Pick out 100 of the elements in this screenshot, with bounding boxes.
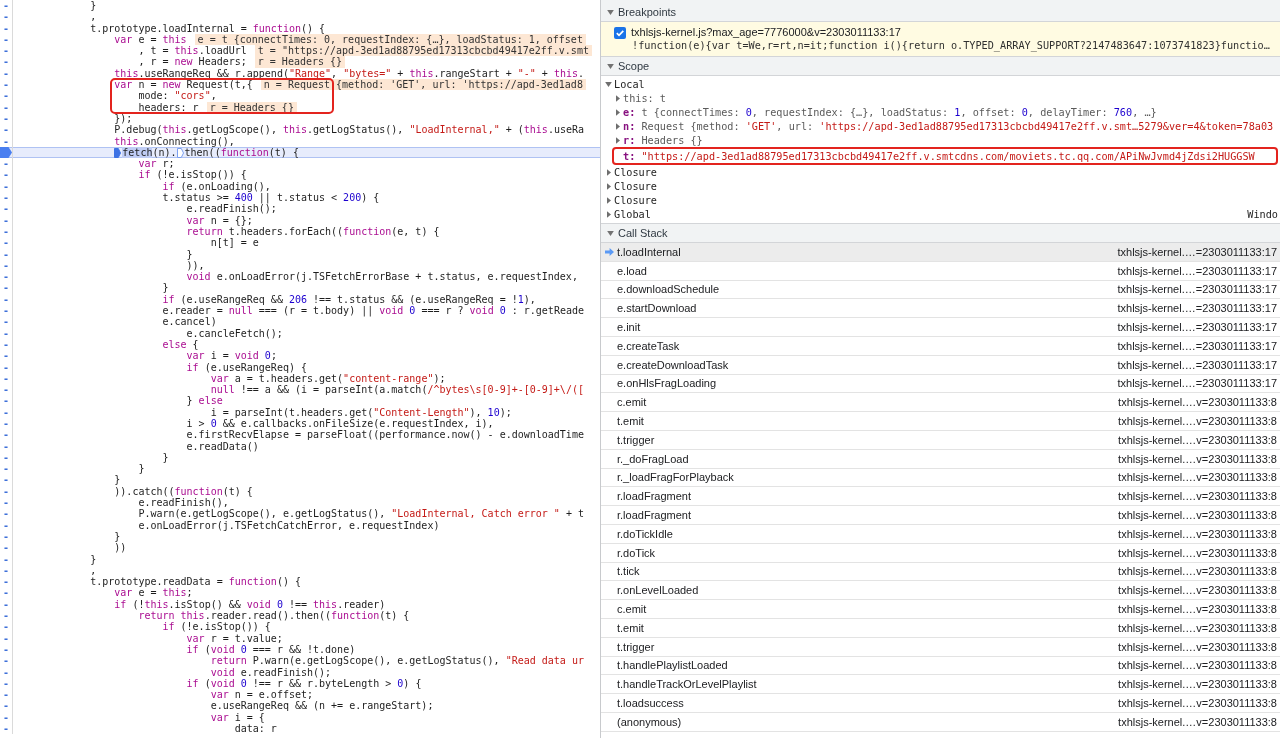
caret-right-icon[interactable] [615,136,620,144]
code-text: t.status >= 400 || t.status < 200) { [162,192,380,204]
caret-down-icon[interactable] [607,9,614,15]
source-location: txhlsjs-kernel.…v=2303011133:8 [1118,678,1277,691]
code-text: e.onLoadError(j.TSFetchCatchError, e.requestIndex) [138,519,440,531]
source-location: txhlsjs-kernel.…=2303011133:17 [1117,377,1277,390]
line-number: - [3,259,9,272]
caret-right-icon[interactable] [606,196,611,204]
line-number: - [3,225,9,238]
caret-right-icon[interactable] [615,122,620,130]
section-header[interactable]: Breakpoints [601,3,1280,22]
code-text: } [162,282,169,294]
source-location: txhlsjs-kernel.…v=2303011133:8 [1118,640,1277,653]
code-text: if (e.useRangeReq) { [186,361,307,373]
scope-variable: r: Headers {} [623,134,703,146]
line-number: - [3,677,9,690]
line-number: - [3,689,9,701]
code-text: )) [114,542,127,554]
breakpoint-marker-icon[interactable] [0,147,12,158]
source-location: txhlsjs-kernel.…v=2303011133:8 [1118,396,1277,409]
line-number: - [3,542,9,554]
source-location: txhlsjs-kernel.…=2303011133:17 [1117,302,1277,315]
inline-value: t = "https://apd-3ed1ad88795ed17313cbcbd49417e2ff.v.smt [254,45,592,57]
line-number: - [3,429,9,441]
function-name: e.onHlsFragLoading [617,377,717,390]
function-name: c.emit [617,396,647,409]
line-number: - [3,158,9,170]
scope-group-label: Local [614,78,645,90]
function-name: c.emit [617,603,647,616]
scope-group-label: Global [614,208,651,220]
code-text: P.debug(this.getLogScope(), this.getLogStatus(), "LoadInternal," + (this.useRa [114,124,584,136]
source-location: txhlsjs-kernel.…v=2303011133:8 [1118,603,1277,616]
line-number: - [3,418,9,430]
code-text: n[t] = e [210,237,259,249]
source-location: txhlsjs-kernel.…v=2303011133:8 [1118,433,1277,446]
section-header[interactable]: Scope [601,56,1280,76]
line-number: - [3,248,9,260]
code-text: if (!e.isStop()) { [162,621,271,633]
line-number: - [3,361,9,373]
code-text: return P.warn(e.getLogScope(), e.getLogStatus(), "Read data ur [210,655,584,667]
code-text: , t = this.loadUrl [138,45,247,57]
checkbox[interactable] [614,26,626,39]
line-number: - [3,508,9,520]
inline-value: r = Headers {} [254,56,346,68]
source-location: txhlsjs-kernel.…v=2303011133:8 [1118,621,1277,634]
line-number: - [3,372,9,385]
inline-value: e = t {connectTimes: 0, requestIndex: {…}, loadStatus: 1, offset [194,33,586,46]
code-text: }); [114,112,133,125]
function-name: t.trigger [617,640,655,653]
arrow-right-icon [605,247,614,256]
function-name: e.createTask [617,339,680,352]
caret-right-icon[interactable] [615,108,620,116]
line-number: - [3,316,9,328]
function-name: t.handlePlaylistLoaded [617,659,728,672]
caret-right-icon[interactable] [615,94,620,102]
caret-down-icon[interactable] [607,63,614,69]
code-text: if (!this.isStop() && void 0 !== this.reader) [114,598,386,611]
line-number: - [3,587,9,599]
code-text: else { [162,338,199,351]
caret-right-icon[interactable] [606,168,611,176]
line-number: - [3,327,9,339]
code-text: P.warn(e.getLogScope(), e.getLogStatus(), "LoadInternal, Catch error " + t [138,508,584,520]
source-location: txhlsjs-kernel.…v=2303011133:8 [1118,565,1277,578]
code-text: if (void 0 === r && !t.done) [186,643,356,656]
line-number: - [3,338,9,351]
code-text: void e.readFinish(); [210,666,332,678]
line-number: - [3,723,9,735]
function-name: t.loadInternal [617,245,681,258]
line-number: - [3,700,9,712]
code-text: var r = t.value; [186,632,283,644]
code-text: if (e.useRangeReq && 206 !== t.status && (e.useRangeReq = !1), [162,293,536,305]
code-text: headers: r [138,101,199,113]
section-header[interactable]: Call Stack [601,223,1280,243]
line-number: - [3,135,9,147]
code-text: t.prototype.loadInternal = function() { [90,22,326,34]
caret-right-icon[interactable] [606,210,611,218]
code-text: } [162,451,169,464]
function-name: r.loadFragment [617,490,691,503]
function-name: e.createDownloadTask [617,358,729,371]
source-location: txhlsjs-kernel.…v=2303011133:8 [1118,715,1277,728]
source-location: txhlsjs-kernel.…=2303011133:17 [1117,245,1277,258]
code-text: mode: "cors", [138,90,217,102]
code-text: } [90,553,97,565]
function-name: t.trigger [617,433,655,446]
code-text: } [114,530,121,543]
caret-right-icon[interactable] [606,182,611,190]
source-location: txhlsjs-kernel.…v=2303011133:8 [1118,546,1277,559]
caret-down-icon[interactable] [607,230,614,236]
call-frame[interactable]: t.loadInternal txhlsjs-kernel.…=2303011133:17 [601,243,1280,262]
breakpoint-marker-icon[interactable] [176,147,184,158]
function-name: e.startDownload [617,302,697,315]
line-number: - [3,11,9,23]
source-location: txhlsjs-kernel.…v=2303011133:8 [1118,415,1277,428]
source-location: txhlsjs-kernel.…=2303011133:17 [1117,264,1277,277]
line-number: - [3,293,9,305]
scope-variable: this: t [623,92,666,104]
code-text: , [90,564,97,577]
line-number: - [3,655,9,667]
caret-down-icon[interactable] [605,81,612,87]
source-location: txhlsjs-kernel.…v=2303011133:8 [1118,452,1277,465]
